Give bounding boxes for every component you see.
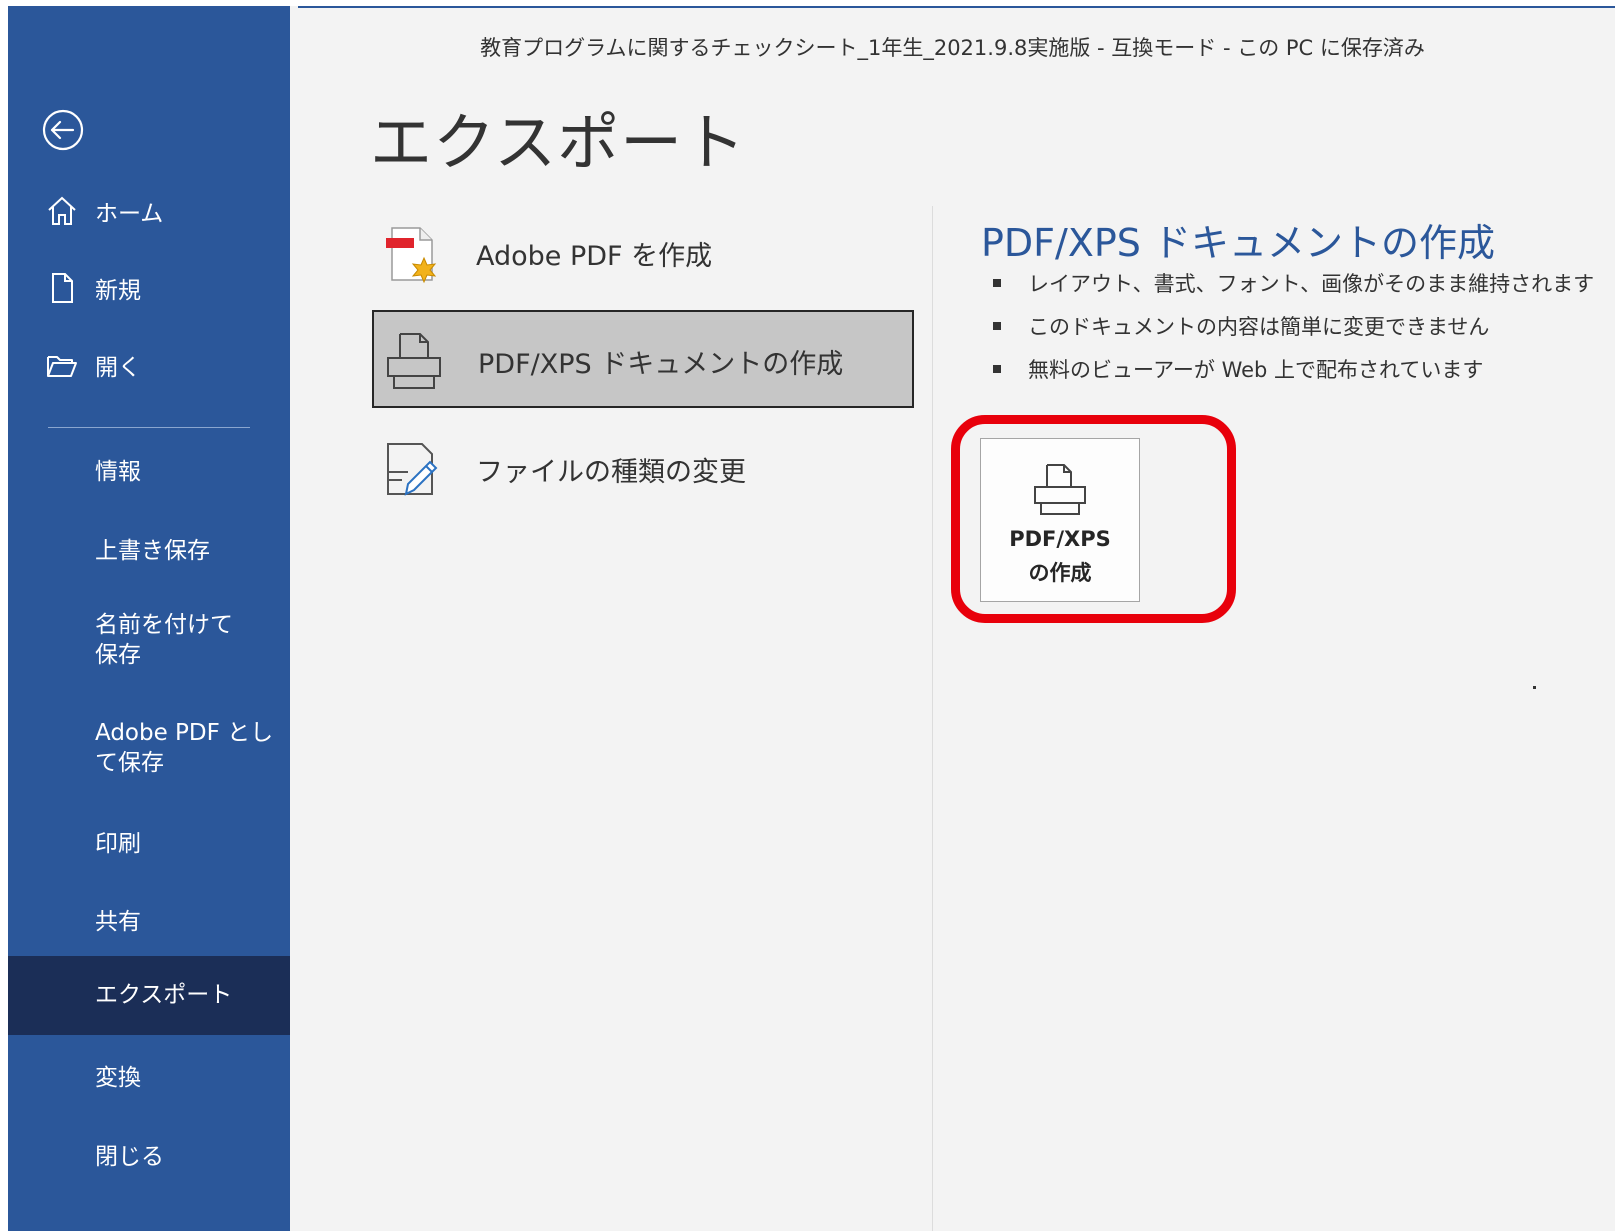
- sidebar-item-label: 上書き保存: [95, 538, 210, 564]
- sidebar-item-open[interactable]: 開く: [8, 343, 290, 387]
- sidebar-item-export[interactable]: エクスポート: [8, 956, 290, 1035]
- export-option-label: ファイルの種類の変更: [476, 457, 746, 488]
- open-folder-icon: [47, 356, 77, 377]
- sidebar-item-label: 印刷: [95, 831, 141, 857]
- sidebar-item-label: ホーム: [95, 201, 164, 227]
- sidebar-item-new[interactable]: 新規: [8, 266, 290, 310]
- backstage-sidebar: ホーム 新規 開く 情報 上書き保存 名前を付けて保存 Adobe PDF とし…: [8, 6, 290, 1231]
- sidebar-item-close[interactable]: 閉じる: [8, 1131, 290, 1185]
- home-icon: [48, 196, 76, 225]
- export-option-label: Adobe PDF を作成: [476, 241, 713, 272]
- sidebar-item-label: 新規: [95, 278, 141, 304]
- printer-icon: [1034, 464, 1086, 515]
- create-button-label-line1: PDF/XPS: [1009, 527, 1111, 551]
- bullet-icon: [993, 322, 1001, 330]
- sidebar-item-save-as-adobe-pdf[interactable]: Adobe PDF として保存: [8, 712, 290, 792]
- feature-list-item: このドキュメントの内容は簡単に変更できません: [993, 312, 1594, 355]
- export-option-label: PDF/XPS ドキュメントの作成: [478, 349, 844, 380]
- export-option-adobe-pdf[interactable]: Adobe PDF を作成: [372, 202, 914, 300]
- adobe-pdf-icon: [386, 227, 437, 284]
- sidebar-item-label: 変換: [95, 1065, 141, 1091]
- sidebar-item-share[interactable]: 共有: [8, 896, 290, 950]
- sidebar-divider: [48, 427, 250, 428]
- sidebar-item-label: 情報: [95, 459, 141, 485]
- sidebar-item-label: Adobe PDF として保存: [95, 720, 274, 776]
- export-option-pdf-xps[interactable]: PDF/XPS ドキュメントの作成: [372, 310, 914, 408]
- sidebar-item-label: 開く: [95, 355, 141, 381]
- pane-divider: [932, 206, 933, 1231]
- sidebar-item-home[interactable]: ホーム: [8, 189, 290, 233]
- feature-text: レイアウト、書式、フォント、画像がそのまま維持されます: [1028, 272, 1595, 296]
- stray-dot: [1533, 686, 1536, 689]
- sidebar-item-print[interactable]: 印刷: [8, 818, 290, 872]
- export-option-change-file-type[interactable]: ファイルの種類の変更: [372, 418, 914, 516]
- bullet-icon: [993, 279, 1001, 287]
- create-pdf-xps-button[interactable]: PDF/XPS の作成: [980, 438, 1140, 602]
- feature-list-item: 無料のビューアーが Web 上で配布されています: [993, 355, 1594, 398]
- sidebar-item-save[interactable]: 上書き保存: [8, 525, 290, 579]
- sidebar-item-label: 名前を付けて保存: [95, 612, 233, 668]
- change-file-type-icon: [387, 443, 438, 496]
- sidebar-item-transform[interactable]: 変換: [8, 1052, 290, 1106]
- page-title: エクスポート: [370, 106, 747, 179]
- sidebar-item-label: 閉じる: [95, 1144, 164, 1170]
- feature-text: このドキュメントの内容は簡単に変更できません: [1028, 315, 1490, 339]
- window-title: 教育プログラムに関するチェックシート_1年生_2021.9.8実施版 - 互換モ…: [480, 36, 1425, 60]
- sidebar-item-label: エクスポート: [95, 982, 233, 1008]
- feature-text: 無料のビューアーが Web 上で配布されています: [1028, 358, 1484, 382]
- sidebar-item-info[interactable]: 情報: [8, 446, 290, 500]
- top-border: [298, 6, 1615, 8]
- new-document-icon: [52, 273, 73, 303]
- back-button[interactable]: [40, 107, 86, 153]
- detail-heading: PDF/XPS ドキュメントの作成: [981, 221, 1495, 265]
- feature-list: レイアウト、書式、フォント、画像がそのまま維持されます このドキュメントの内容は…: [993, 269, 1594, 398]
- feature-list-item: レイアウト、書式、フォント、画像がそのまま維持されます: [993, 269, 1594, 312]
- create-button-label-line2: の作成: [1028, 561, 1092, 585]
- printer-icon: [387, 333, 441, 389]
- backstage-view: ホーム 新規 開く 情報 上書き保存 名前を付けて保存 Adobe PDF とし…: [8, 6, 1615, 1231]
- sidebar-item-label: 共有: [95, 909, 141, 935]
- sidebar-item-save-as[interactable]: 名前を付けて保存: [8, 604, 290, 684]
- bullet-icon: [993, 365, 1001, 373]
- back-arrow-icon: [42, 109, 84, 151]
